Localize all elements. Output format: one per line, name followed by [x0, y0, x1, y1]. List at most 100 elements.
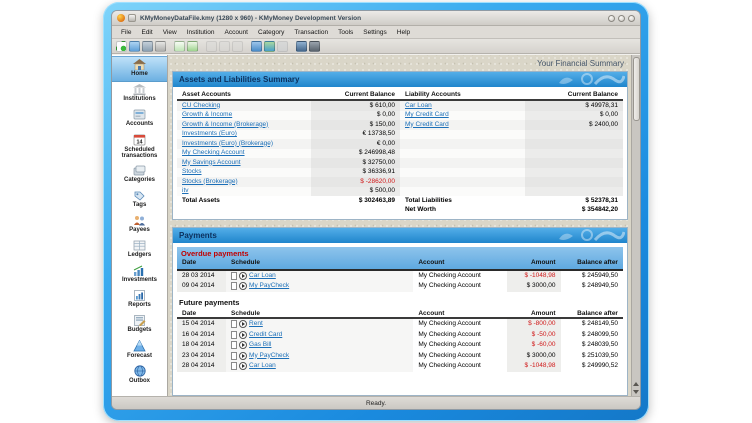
assets-liabilities-card: Assets and Liabilities Summary Asset Acc…	[172, 71, 628, 220]
account-link[interactable]: Growth & Income	[182, 111, 232, 118]
account-balance: $ 0,00	[311, 111, 400, 121]
scrollbar-thumb[interactable]	[633, 57, 640, 121]
schedule-link[interactable]: Rent	[249, 321, 263, 328]
account-link[interactable]: Stocks	[182, 168, 202, 175]
sidebar-item-institutions[interactable]: Institutions	[112, 82, 167, 107]
export-icon[interactable]	[187, 41, 198, 52]
future-payment-row: 28 04 2014 Car Loan My Checking Account …	[177, 361, 623, 372]
delete-icon	[219, 41, 230, 52]
menu-settings[interactable]: Settings	[358, 29, 392, 36]
skip-schedule-icon[interactable]	[239, 331, 247, 339]
payment-account: My Checking Account	[413, 340, 507, 351]
payment-balance-after: $ 245949,50	[561, 271, 623, 282]
open-file-icon[interactable]	[129, 41, 140, 52]
edit-schedule-icon[interactable]	[231, 272, 237, 280]
import-icon[interactable]	[174, 41, 185, 52]
skip-schedule-icon[interactable]	[239, 352, 247, 360]
account-link[interactable]: CU Checking	[182, 102, 220, 109]
account-balance: $ 150,00	[311, 120, 400, 130]
sidebar-item-budgets[interactable]: Budgets	[112, 313, 167, 338]
sidebar-item-label: Tags	[133, 202, 147, 209]
menu-institution[interactable]: Institution	[182, 29, 220, 36]
skip-schedule-icon[interactable]	[239, 320, 247, 328]
scroll-down-icon[interactable]	[633, 390, 639, 394]
sidebar-item-investments[interactable]: Investments	[112, 263, 167, 288]
future-payment-row: 15 04 2014 Rent My Checking Account $ -8…	[177, 319, 623, 330]
scroll-up-icon[interactable]	[633, 382, 639, 386]
table-row: Investments (Euro) € 13738,50	[177, 130, 623, 140]
sidebar-item-outbox[interactable]: Outbox	[112, 363, 167, 388]
account-balance: $ 49978,31	[525, 101, 623, 111]
menu-tools[interactable]: Tools	[333, 29, 358, 36]
window-title: KMyMoneyDataFile.kmy (1280 x 960) - KMyM…	[140, 15, 608, 22]
skip-schedule-icon[interactable]	[239, 341, 247, 349]
menu-category[interactable]: Category	[253, 29, 289, 36]
home-view: Your Financial Summary Assets and Liabil…	[168, 55, 631, 396]
schedule-link[interactable]: Gas Bill	[249, 342, 271, 349]
account-link[interactable]: itv	[182, 187, 189, 194]
payment-amount: $ -50,00	[507, 330, 561, 341]
minimize-button[interactable]	[608, 15, 615, 22]
close-button[interactable]	[628, 15, 635, 22]
account-link[interactable]: My Credit Card	[405, 121, 449, 128]
account-balance: $ 0,00	[525, 111, 623, 121]
account-link[interactable]: Car Loan	[405, 102, 432, 109]
currency-icon[interactable]	[296, 41, 307, 52]
net-worth-row: Net Worth $ 354842,20	[177, 206, 623, 216]
menu-account[interactable]: Account	[220, 29, 254, 36]
menu-transaction[interactable]: Transaction	[289, 29, 333, 36]
sidebar-item-forecast[interactable]: Forecast	[112, 338, 167, 363]
menu-view[interactable]: View	[158, 29, 182, 36]
vertical-scrollbar[interactable]	[631, 55, 640, 396]
skip-schedule-icon[interactable]	[239, 282, 247, 290]
sidebar-item-accounts[interactable]: Accounts	[112, 107, 167, 132]
maximize-button[interactable]	[618, 15, 625, 22]
menu-help[interactable]: Help	[392, 29, 415, 36]
titlebar[interactable]: KMyMoneyDataFile.kmy (1280 x 960) - KMyM…	[112, 11, 640, 26]
menu-edit[interactable]: Edit	[136, 29, 157, 36]
ledger-icon[interactable]	[309, 41, 320, 52]
sidebar-item-home[interactable]: Home	[112, 56, 167, 82]
skip-schedule-icon[interactable]	[239, 362, 247, 370]
investments-chart-icon[interactable]	[264, 41, 275, 52]
edit-schedule-icon[interactable]	[231, 352, 237, 360]
sidebar-item-tags[interactable]: Tags	[112, 188, 167, 213]
sidebar-item-payees[interactable]: Payees	[112, 213, 167, 238]
sidebar-item-scheduled[interactable]: 14 Scheduled transactions	[112, 132, 167, 163]
schedule-link[interactable]: Car Loan	[249, 273, 276, 280]
payments-header: Payments	[173, 228, 627, 243]
edit-schedule-icon[interactable]	[231, 362, 237, 370]
menu-file[interactable]: File	[116, 29, 136, 36]
window-menu-icon[interactable]	[128, 14, 136, 22]
account-link[interactable]: My Savings Account	[182, 159, 241, 166]
save-icon[interactable]	[142, 41, 153, 52]
account-link[interactable]: Growth & Income (Brokerage)	[182, 121, 268, 128]
schedule-link[interactable]: Credit Card	[249, 332, 282, 339]
total-liabilities-label: Total Liabilities	[400, 196, 525, 206]
print-icon[interactable]	[155, 41, 166, 52]
edit-schedule-icon[interactable]	[231, 341, 237, 349]
future-payments-title: Future payments	[177, 292, 623, 309]
account-link[interactable]: Stocks (Brokerage)	[182, 178, 238, 185]
chart-icon	[277, 41, 288, 52]
edit-schedule-icon[interactable]	[231, 320, 237, 328]
reports-chart-icon[interactable]	[251, 41, 262, 52]
schedule-link[interactable]: Car Loan	[249, 363, 276, 370]
account-link[interactable]: Investments (Euro)	[182, 130, 237, 137]
edit-schedule-icon[interactable]	[231, 331, 237, 339]
new-file-icon[interactable]	[116, 41, 127, 52]
sidebar-item-ledgers[interactable]: Ledgers	[112, 238, 167, 263]
enter-schedule-icon	[232, 41, 243, 52]
skip-schedule-icon[interactable]	[239, 272, 247, 280]
account-link[interactable]: Investments (Euro) (Brokerage)	[182, 140, 273, 147]
schedule-link[interactable]: My PayCheck	[249, 283, 289, 290]
categories-icon	[133, 165, 146, 176]
schedule-link[interactable]: My PayCheck	[249, 353, 289, 360]
sidebar-item-label: Budgets	[128, 327, 152, 334]
sidebar-item-categories[interactable]: Categories	[112, 163, 167, 188]
sidebar-item-label: Institutions	[123, 96, 155, 103]
edit-schedule-icon[interactable]	[231, 282, 237, 290]
sidebar-item-reports[interactable]: Reports	[112, 288, 167, 313]
account-link[interactable]: My Credit Card	[405, 111, 449, 118]
account-link[interactable]: My Checking Account	[182, 149, 245, 156]
